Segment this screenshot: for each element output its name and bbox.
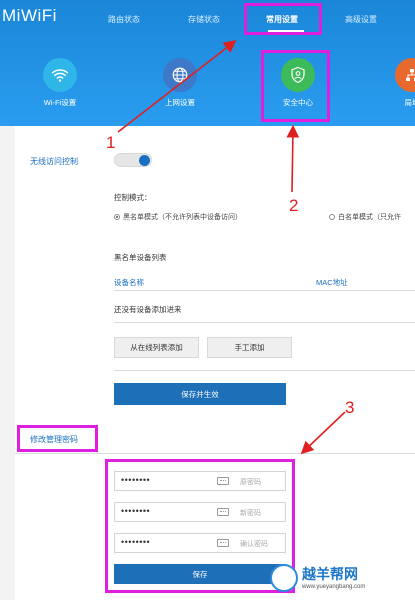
feature-lan-settings[interactable]: 局域 (392, 58, 415, 108)
control-mode-label: 控制模式： (114, 193, 152, 202)
watermark-url: www.yueyangbang.com (302, 584, 366, 590)
blacklist-radio[interactable] (114, 214, 120, 220)
watermark-text: 越羊帮网 (302, 566, 358, 582)
feature-label: 局域 (404, 98, 415, 107)
add-from-online-button[interactable]: 从在线列表添加 (114, 337, 199, 358)
main-nav: 路由状态 存储状态 常用设置 高级设置 (0, 14, 415, 28)
nav-router-status[interactable]: 路由状态 (108, 14, 140, 25)
nav-storage-status[interactable]: 存储状态 (188, 14, 220, 25)
save-and-apply-button[interactable]: 保存并生效 (114, 383, 286, 405)
toggle-knob (139, 155, 150, 166)
highlight-box-password-title (17, 425, 98, 452)
divider (114, 322, 415, 323)
feature-label: Wi-Fi设置 (43, 98, 77, 107)
whitelist-mode-option[interactable]: 白名单模式（只允许 (329, 212, 401, 222)
watermark-logo-icon (270, 564, 298, 592)
panel-gutter (0, 126, 15, 600)
divider (114, 370, 415, 371)
add-manual-button[interactable]: 手工添加 (207, 337, 292, 358)
blacklist-mode-label: 黑名单模式（不允许列表中设备访问） (123, 214, 242, 221)
whitelist-mode-label: 白名单模式（只允许 (338, 214, 401, 221)
annotation-number-2: 2 (289, 196, 299, 215)
watermark: 越羊帮网 www.yueyangbang.com (240, 560, 415, 600)
blacklist-title: 黑名单设备列表 (114, 253, 167, 262)
blacklist-mode-option[interactable]: 黑名单模式（不允许列表中设备访问） (114, 212, 242, 222)
nav-advanced-settings[interactable]: 高级设置 (345, 14, 377, 25)
feature-wifi-settings[interactable]: Wi-Fi设置 (30, 58, 90, 108)
feature-internet-settings[interactable]: 上网设置 (150, 58, 210, 108)
column-mac-address: MAC地址 (316, 278, 348, 287)
wifi-icon (43, 58, 77, 92)
feature-label: 上网设置 (165, 98, 195, 107)
section-divider (15, 453, 415, 454)
wireless-access-control-label: 无线访问控制 (30, 157, 78, 166)
highlight-box-security (261, 50, 330, 122)
annotation-number-3: 3 (345, 398, 355, 417)
divider (114, 290, 415, 291)
lan-icon (395, 58, 415, 92)
empty-list-message: 还没有设备添加进来 (114, 305, 182, 314)
globe-icon (163, 58, 197, 92)
column-device-name: 设备名称 (114, 278, 144, 287)
whitelist-radio[interactable] (329, 214, 335, 220)
highlight-box-nav (244, 3, 322, 35)
top-header: MiWiFi 路由状态 存储状态 常用设置 高级设置 Wi-Fi设置 上网设置 … (0, 0, 415, 126)
annotation-number-1: 1 (106, 133, 116, 152)
wireless-access-toggle[interactable] (114, 153, 152, 167)
